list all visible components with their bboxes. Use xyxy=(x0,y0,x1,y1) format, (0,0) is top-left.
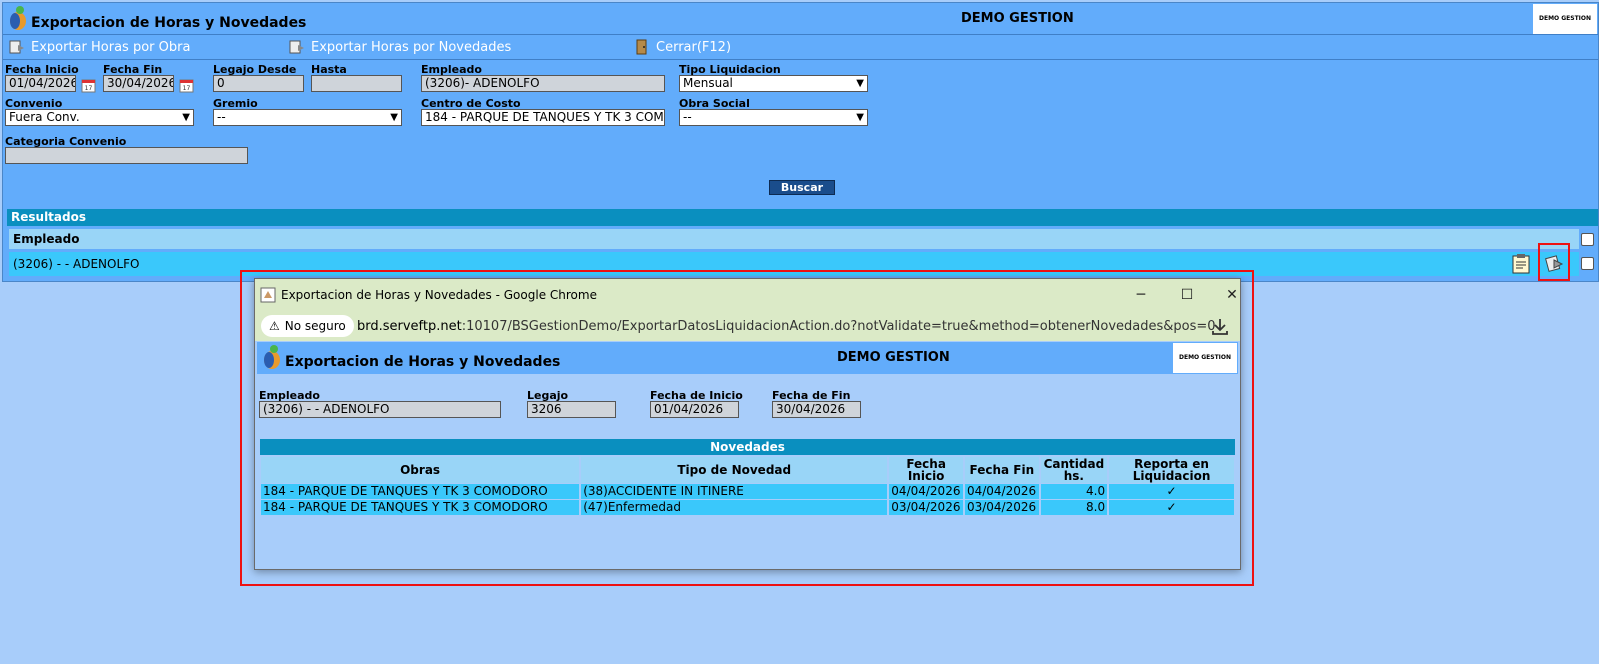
convenio-select[interactable]: Fuera Conv. ▼ xyxy=(5,109,194,126)
popup-titlebar: Exportacion de Horas y Novedades - Googl… xyxy=(255,279,1240,311)
empleado-input[interactable]: (3206)- ADENOLFO xyxy=(421,75,665,92)
table-row[interactable]: 184 - PARQUE DE TANQUES Y TK 3 COMODORO … xyxy=(261,484,1234,499)
popup-empleado-input[interactable]: (3206) - - ADENOLFO xyxy=(259,401,501,418)
address-bar: ⚠ No seguro brd.serveftp.net:10107/BSGes… xyxy=(255,311,1240,341)
gremio-select[interactable]: -- ▼ xyxy=(213,109,402,126)
svg-text:17: 17 xyxy=(183,85,191,92)
cell-tipo: (38)ACCIDENTE IN ITINERE xyxy=(581,484,888,499)
col-obras: Obras xyxy=(261,457,580,483)
toolbar xyxy=(3,36,1598,60)
employee-name: (3206) - - ADENOLFO xyxy=(13,257,140,271)
cell-cantidad: 4.0 xyxy=(1040,484,1108,499)
checkmark-icon: ✓ xyxy=(1109,500,1234,515)
popup-window-title: Exportacion de Horas y Novedades - Googl… xyxy=(281,288,597,302)
novedades-title: Novedades xyxy=(260,439,1235,455)
col-tipo-novedad: Tipo de Novedad xyxy=(581,457,888,483)
brand-logo: DEMO GESTION xyxy=(1533,4,1597,34)
cell-obra: 184 - PARQUE DE TANQUES Y TK 3 COMODORO xyxy=(261,484,580,499)
close-icon[interactable]: ✕ xyxy=(1212,283,1252,307)
svg-text:17: 17 xyxy=(85,85,93,92)
page-favicon-icon xyxy=(260,287,276,303)
export-icon xyxy=(9,40,24,54)
security-chip[interactable]: ⚠ No seguro xyxy=(261,315,354,337)
brand-name: DEMO GESTION xyxy=(961,11,1074,26)
cell-cantidad: 8.0 xyxy=(1040,500,1108,515)
checkmark-icon: ✓ xyxy=(1109,484,1234,499)
popup-app-title: Exportacion de Horas y Novedades xyxy=(285,354,561,370)
app-logo-icon xyxy=(264,345,280,369)
hasta-input[interactable] xyxy=(311,75,402,92)
col-cantidad: Cantidad hs. xyxy=(1040,457,1108,483)
page-header: Exportacion de Horas y Novedades DEMO GE… xyxy=(3,3,1598,35)
cell-tipo: (47)Enfermedad xyxy=(581,500,888,515)
categoria-convenio-input[interactable] xyxy=(5,147,248,164)
popup-brand-name: DEMO GESTION xyxy=(837,350,950,365)
door-exit-icon xyxy=(636,39,647,55)
select-all-checkbox[interactable] xyxy=(1581,233,1594,246)
cell-obra: 184 - PARQUE DE TANQUES Y TK 3 COMODORO xyxy=(261,500,580,515)
popup-fecha-inicio-input[interactable]: 01/04/2026 xyxy=(650,401,739,418)
cell-fin: 04/04/2026 xyxy=(964,484,1039,499)
calendar-icon[interactable]: 17 xyxy=(179,77,195,93)
results-column-header: Empleado xyxy=(9,229,1579,249)
col-fecha-fin: Fecha Fin xyxy=(964,457,1039,483)
chevron-down-icon: ▼ xyxy=(856,78,864,89)
tipo-liquidacion-select[interactable]: Mensual ▼ xyxy=(679,75,868,92)
legajo-desde-input[interactable]: 0 xyxy=(213,75,304,92)
cell-inicio: 03/04/2026 xyxy=(889,500,963,515)
main-page: Exportacion de Horas y Novedades DEMO GE… xyxy=(2,2,1599,282)
chevron-down-icon: ▼ xyxy=(390,112,398,123)
cell-inicio: 04/04/2026 xyxy=(889,484,963,499)
fecha-fin-input[interactable]: 30/04/2026 xyxy=(103,75,174,92)
popup-legajo-input[interactable]: 3206 xyxy=(527,401,616,418)
row-checkbox[interactable] xyxy=(1581,257,1594,270)
close-button[interactable]: Cerrar(F12) xyxy=(634,39,731,55)
chevron-down-icon: ▼ xyxy=(856,112,864,123)
chevron-down-icon: ▼ xyxy=(182,112,190,123)
table-row[interactable]: 184 - PARQUE DE TANQUES Y TK 3 COMODORO … xyxy=(261,500,1234,515)
popup-fecha-fin-input[interactable]: 30/04/2026 xyxy=(772,401,861,418)
export-horas-novedades-button[interactable]: Exportar Horas por Novedades xyxy=(289,39,511,55)
obra-social-select[interactable]: -- ▼ xyxy=(679,109,868,126)
popup-window: Exportacion de Horas y Novedades - Googl… xyxy=(254,278,1241,570)
resultados-title: Resultados xyxy=(7,209,1598,226)
calendar-icon[interactable]: 17 xyxy=(81,77,97,93)
export-horas-obra-button[interactable]: Exportar Horas por Obra xyxy=(9,39,190,55)
export-icon xyxy=(289,40,304,54)
minimize-icon[interactable]: ─ xyxy=(1121,283,1161,307)
centro-costo-input[interactable]: 184 - PARQUE DE TANQUES Y TK 3 COMOD xyxy=(421,109,665,126)
popup-page-header: Exportacion de Horas y Novedades DEMO GE… xyxy=(257,342,1238,374)
cell-fin: 03/04/2026 xyxy=(964,500,1039,515)
maximize-icon[interactable]: ☐ xyxy=(1167,283,1207,307)
app-logo-icon xyxy=(10,6,26,30)
col-reporta: Reporta en Liquidacion xyxy=(1109,457,1234,483)
export-icon[interactable] xyxy=(1544,253,1564,273)
download-icon[interactable] xyxy=(1210,316,1230,336)
fecha-inicio-input[interactable]: 01/04/2026 xyxy=(5,75,76,92)
col-fecha-inicio: Fecha Inicio xyxy=(889,457,963,483)
novedades-table: Obras Tipo de Novedad Fecha Inicio Fecha… xyxy=(259,456,1236,516)
report-icon[interactable] xyxy=(1511,254,1531,274)
warning-icon: ⚠ xyxy=(269,319,280,333)
url-field[interactable]: brd.serveftp.net:10107/BSGestionDemo/Exp… xyxy=(357,319,1216,334)
app-title: Exportacion de Horas y Novedades xyxy=(31,15,307,31)
popup-brand-logo: DEMO GESTION xyxy=(1173,343,1237,373)
buscar-button[interactable]: Buscar xyxy=(769,180,835,195)
